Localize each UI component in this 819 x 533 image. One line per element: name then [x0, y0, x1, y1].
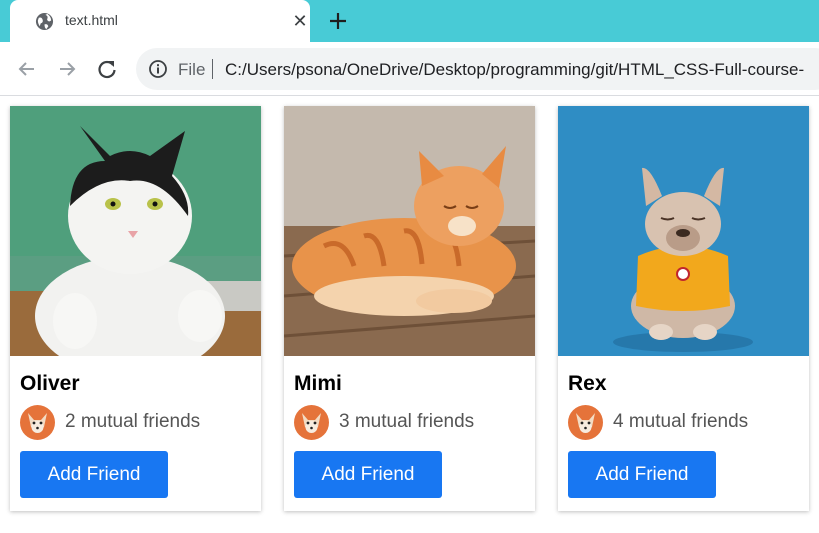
friend-name: Oliver [20, 372, 80, 395]
mutual-friends-row: 4 mutual friends [568, 404, 748, 440]
friend-card-oliver: Oliver 2 mutual friends Add Friend [10, 106, 261, 511]
url-text[interactable]: C:/Users/psona/OneDrive/Desktop/programm… [225, 60, 804, 80]
address-bar[interactable]: File C:/Users/psona/OneDrive/Desktop/pro… [136, 48, 819, 90]
page-content: Oliver 2 mutual friends Add Friend Mimi … [0, 97, 819, 533]
reload-icon[interactable] [94, 56, 120, 82]
mutual-friends-count: 3 mutual friends [339, 411, 475, 432]
add-friend-button[interactable]: Add Friend [294, 451, 442, 498]
mutual-friends-row: 2 mutual friends [20, 404, 200, 440]
close-tab-icon[interactable]: ✕ [290, 11, 310, 31]
back-arrow-icon[interactable] [14, 56, 40, 82]
file-label: File [178, 60, 206, 79]
browser-toolbar: File C:/Users/psona/OneDrive/Desktop/pro… [0, 42, 819, 96]
browser-tabstrip: text.html ✕ [0, 0, 819, 42]
friend-name: Rex [568, 372, 607, 395]
info-icon[interactable] [148, 59, 168, 79]
globe-icon [35, 12, 54, 31]
browser-tab[interactable]: text.html ✕ [10, 0, 310, 42]
mutual-friend-avatar [20, 404, 55, 440]
mutual-friend-avatar [568, 404, 603, 440]
mutual-friends-count: 2 mutual friends [65, 411, 201, 432]
forward-arrow-icon[interactable] [54, 56, 80, 82]
mutual-friend-avatar [294, 404, 329, 440]
add-friend-button[interactable]: Add Friend [20, 451, 168, 498]
add-friend-button[interactable]: Add Friend [568, 451, 716, 498]
new-tab-button[interactable] [325, 8, 351, 34]
tab-title: text.html [65, 12, 118, 28]
mutual-friends-count: 4 mutual friends [613, 411, 749, 432]
friend-card-rex: Rex 4 mutual friends Add Friend [558, 106, 809, 511]
cat-photo [284, 106, 535, 356]
mutual-friends-row: 3 mutual friends [294, 404, 474, 440]
address-separator [212, 59, 213, 79]
friend-name: Mimi [294, 372, 342, 395]
dog-photo [558, 106, 809, 356]
friend-card-mimi: Mimi 3 mutual friends Add Friend [284, 106, 535, 511]
cat-photo [10, 106, 261, 356]
